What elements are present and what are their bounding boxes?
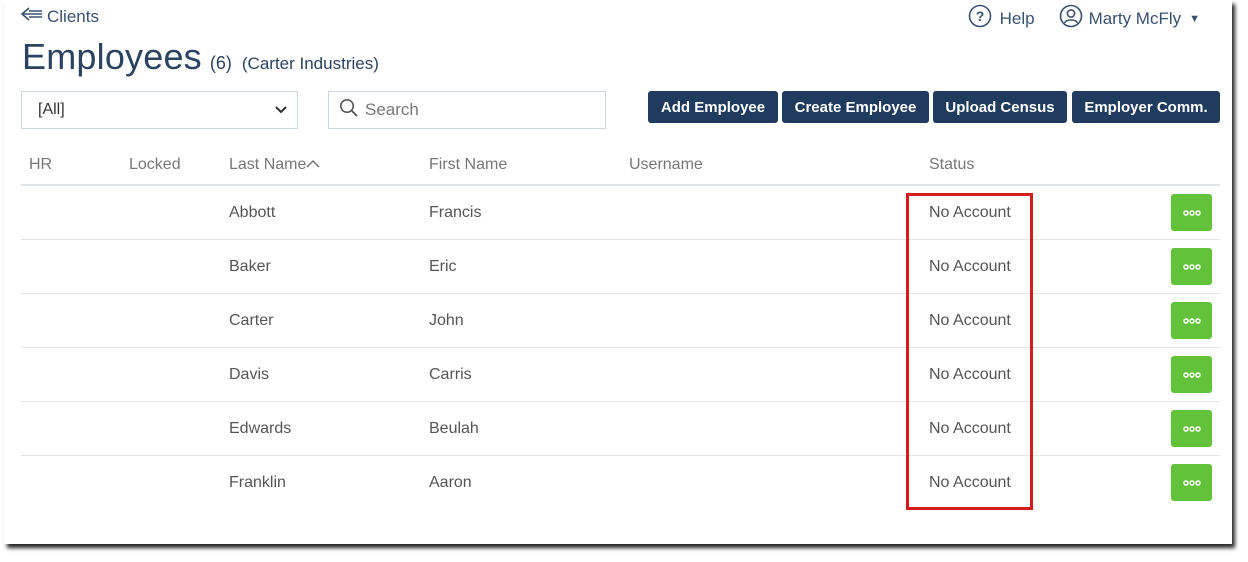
employees-table: HR Locked Last Name First Name Username … [21, 146, 1220, 510]
user-avatar-icon [1059, 4, 1083, 33]
top-right-menu: ? Help Marty McFly ▼ [968, 4, 1200, 33]
column-header-first-name[interactable]: First Name [429, 156, 507, 174]
more-options-icon [1182, 425, 1201, 432]
first-name-cell: John [429, 312, 464, 329]
more-options-icon [1182, 209, 1201, 216]
user-menu[interactable]: Marty McFly ▼ [1059, 4, 1200, 33]
employer-comm-button[interactable]: Employer Comm. [1072, 91, 1220, 123]
row-actions-button[interactable] [1171, 248, 1212, 285]
table-row: Baker Eric No Account [21, 240, 1220, 294]
first-name-cell: Carris [429, 366, 472, 383]
sort-ascending-icon [306, 156, 320, 174]
user-name: Marty McFly [1088, 8, 1182, 28]
table-body: Abbott Francis No Account Baker Eric No Accou… [21, 186, 1220, 510]
filter-select-value: [All] [38, 101, 65, 118]
help-label: Help [999, 8, 1035, 28]
employee-count: (6) [209, 53, 232, 73]
create-employee-button[interactable]: Create Employee [782, 91, 929, 123]
status-column-highlight [906, 193, 1033, 510]
help-icon: ? [968, 4, 992, 33]
column-header-locked[interactable]: Locked [129, 156, 181, 174]
back-arrow-icon [20, 6, 47, 27]
column-header-status[interactable]: Status [929, 156, 974, 174]
more-options-icon [1182, 479, 1201, 486]
search-icon [339, 98, 359, 123]
row-actions-button[interactable] [1171, 356, 1212, 393]
more-options-icon [1182, 263, 1201, 270]
add-employee-button[interactable]: Add Employee [648, 91, 778, 123]
row-actions-button[interactable] [1171, 302, 1212, 339]
search-box[interactable] [328, 91, 606, 129]
more-options-icon [1182, 371, 1201, 378]
back-to-clients-link[interactable]: Clients [20, 6, 99, 27]
column-header-last-name[interactable]: Last Name [229, 156, 320, 174]
caret-down-icon: ▼ [1189, 12, 1200, 25]
first-name-cell: Eric [429, 258, 457, 275]
upload-census-button[interactable]: Upload Census [933, 91, 1067, 123]
search-input[interactable] [365, 100, 585, 120]
column-header-hr[interactable]: HR [29, 156, 52, 174]
svg-text:?: ? [975, 8, 984, 24]
back-link-label: Clients [47, 6, 99, 26]
help-link[interactable]: ? Help [968, 4, 1035, 33]
table-row: Abbott Francis No Account [21, 186, 1220, 240]
table-row: Carter John No Account [21, 294, 1220, 348]
last-name-cell: Davis [229, 366, 270, 383]
last-name-cell: Baker [229, 258, 271, 275]
app-window: Clients ? Help Marty McFly ▼ Employees (… [4, 0, 1232, 544]
table-row: Edwards Beulah No Account [21, 402, 1220, 456]
row-actions-button[interactable] [1171, 410, 1212, 447]
row-actions-button[interactable] [1171, 194, 1212, 231]
column-header-username[interactable]: Username [629, 156, 703, 174]
first-name-cell: Francis [429, 204, 482, 221]
last-name-cell: Abbott [229, 204, 276, 221]
first-name-cell: Beulah [429, 420, 479, 437]
more-options-icon [1182, 317, 1201, 324]
row-actions-button[interactable] [1171, 464, 1212, 501]
table-header: HR Locked Last Name First Name Username … [21, 146, 1220, 186]
first-name-cell: Aaron [429, 474, 472, 491]
last-name-cell: Franklin [229, 474, 286, 491]
last-name-header-label: Last Name [229, 156, 307, 173]
last-name-cell: Edwards [229, 420, 292, 437]
last-name-cell: Carter [229, 312, 274, 329]
page-header: Employees (6) (Carter Industries) [22, 36, 379, 78]
table-row: Davis Carris No Account [21, 348, 1220, 402]
filter-select[interactable]: [All] [21, 91, 298, 129]
page-title: Employees [22, 36, 202, 77]
company-name: (Carter Industries) [241, 54, 379, 73]
table-row: Franklin Aaron No Account [21, 456, 1220, 510]
chevron-down-icon [275, 101, 287, 119]
